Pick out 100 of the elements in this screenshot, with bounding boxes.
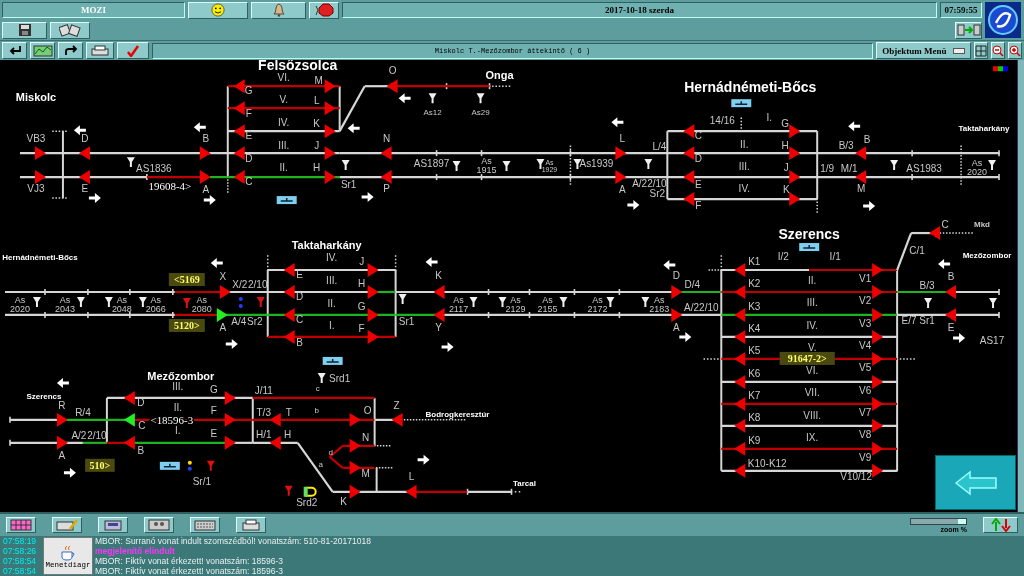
- arrow-right-icon: [953, 332, 966, 343]
- track-label: V.: [279, 94, 288, 106]
- track-tick: [618, 311, 621, 318]
- track-line: [666, 131, 669, 200]
- milepost-label: As 2080: [191, 295, 212, 314]
- return-button[interactable]: [2, 42, 27, 59]
- track-label: 2/10: [87, 429, 107, 441]
- track-label: E/7: [901, 314, 917, 326]
- signal-label: E: [695, 179, 702, 191]
- back-arrow-button[interactable]: [935, 455, 1016, 510]
- dots-icon: [187, 460, 192, 471]
- logo-icon: [984, 1, 1022, 39]
- track-label: III.: [738, 161, 750, 173]
- track-label: Sr1: [919, 314, 935, 326]
- track-tick: [9, 416, 11, 423]
- object-menu-dropdown[interactable]: Objektum Menü: [876, 42, 971, 59]
- people-icon: [148, 519, 170, 531]
- track-label: VI.: [277, 72, 290, 84]
- track-label: L/4: [652, 141, 667, 153]
- scrollbar[interactable]: [1017, 60, 1024, 512]
- track-label: C/1: [909, 245, 925, 257]
- chart-button[interactable]: [30, 42, 55, 59]
- checkmark-icon: [126, 44, 140, 57]
- signal-label: C: [941, 219, 949, 231]
- signal-label: A: [619, 184, 626, 196]
- track-label: Sr/1: [192, 475, 211, 487]
- zoom-in-icon[interactable]: [1008, 42, 1022, 59]
- smiley-icon: [210, 3, 226, 17]
- track-label: B/3: [838, 140, 854, 152]
- smiley-button[interactable]: [188, 1, 248, 19]
- switch-view-button[interactable]: [955, 21, 982, 39]
- track-line: [375, 467, 378, 492]
- arrow-right-icon: [63, 467, 76, 478]
- pen-button[interactable]: [52, 517, 82, 533]
- arrow-right-icon: [863, 201, 876, 212]
- signal-label: J: [783, 162, 789, 174]
- track-tick: [573, 289, 576, 295]
- signal-label: D: [694, 153, 702, 165]
- dotted-line: [52, 130, 67, 132]
- track-label: I.: [766, 112, 772, 124]
- zoom-slider[interactable]: [910, 517, 967, 525]
- stop-button[interactable]: [309, 1, 339, 19]
- signal-label: K9: [748, 434, 761, 446]
- track-label: III.: [806, 297, 818, 308]
- printer-button[interactable]: [236, 517, 266, 533]
- track-tick: [445, 83, 448, 90]
- track-label: 2/10: [248, 279, 268, 290]
- train-marker-icon: [276, 196, 297, 205]
- printer-icon: [90, 44, 110, 57]
- signal-label: A: [58, 449, 66, 461]
- keyboard-button[interactable]: [190, 517, 220, 533]
- station-name: Miskolc: [15, 91, 57, 104]
- printer-button[interactable]: [86, 42, 114, 59]
- track-label: IV.: [738, 183, 750, 195]
- up-down-arrows-button[interactable]: [983, 517, 1018, 533]
- dotted-line: [52, 197, 67, 199]
- arrow-right-icon: [627, 200, 640, 211]
- color-squares-icon: [993, 66, 1008, 72]
- lamp-icon: [641, 297, 650, 307]
- lamp-icon: [32, 297, 41, 307]
- lamp-icon: [469, 297, 478, 307]
- track-label: VI.: [806, 364, 819, 376]
- track-tick: [528, 311, 531, 318]
- people-button[interactable]: [144, 517, 174, 533]
- signal-label: N: [383, 133, 391, 145]
- track-label: III.: [278, 140, 290, 152]
- signal-label: C: [694, 130, 702, 142]
- scanner-button[interactable]: [98, 517, 128, 533]
- track-line: [105, 397, 108, 443]
- lamp-icon: [606, 297, 615, 307]
- zoom-out-icon[interactable]: [991, 42, 1005, 59]
- track-label: b: [314, 405, 319, 415]
- track-label: IV.: [326, 252, 338, 263]
- bell-button[interactable]: [251, 1, 306, 19]
- lamp-icon: [989, 298, 997, 308]
- track-label: 14/16: [709, 115, 735, 127]
- station-name: Hernádnémeti-Bőcs: [684, 79, 817, 96]
- bell-icon: [271, 3, 286, 17]
- dotted-line: [740, 117, 742, 132]
- disk-button[interactable]: [2, 21, 47, 39]
- signal-label: K1: [748, 256, 761, 267]
- station-name: Hernádnémeti-Bőcs: [2, 253, 78, 263]
- signal-label: E: [245, 130, 253, 142]
- cards-button[interactable]: [50, 21, 90, 39]
- grid-button[interactable]: [6, 517, 36, 533]
- grid-icon[interactable]: [974, 42, 988, 59]
- track-label: A/22/10: [684, 302, 719, 313]
- track-tick: [435, 150, 438, 157]
- checkmark-button[interactable]: [117, 42, 149, 59]
- signal-label: K: [782, 184, 790, 196]
- signal-label: H: [358, 278, 366, 289]
- track-tick: [998, 150, 1000, 157]
- forward-button[interactable]: [58, 42, 83, 59]
- lamp-icon: [138, 297, 147, 307]
- signal-label: D: [245, 153, 253, 165]
- lamp-icon: [206, 460, 215, 471]
- switch-view-icon: [956, 24, 981, 36]
- track-tick: [618, 289, 621, 295]
- track-label: AS1983: [906, 163, 942, 175]
- arrow-left-icon: [938, 259, 951, 269]
